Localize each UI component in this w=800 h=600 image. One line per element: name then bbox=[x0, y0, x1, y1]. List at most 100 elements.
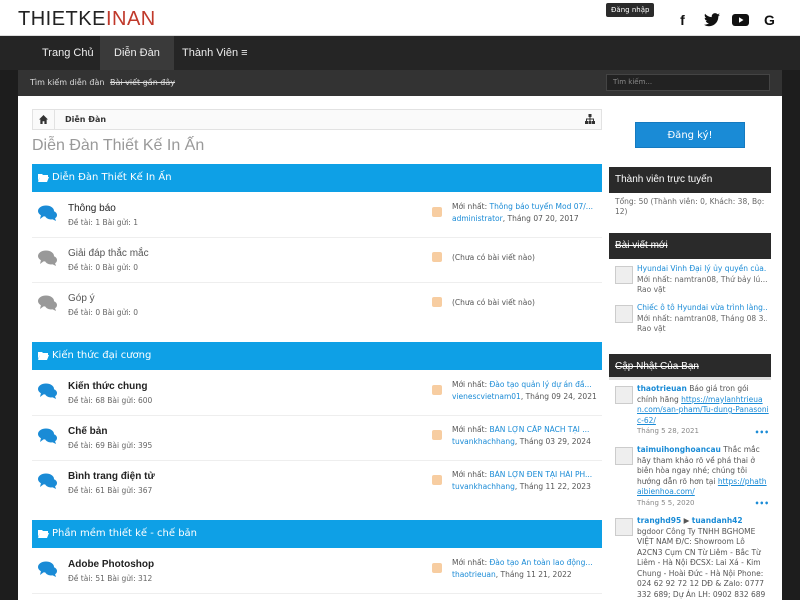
rss-icon[interactable] bbox=[432, 297, 442, 307]
register-button[interactable]: Đăng ký! bbox=[635, 122, 745, 148]
login-tooltip[interactable]: Đăng nhập bbox=[606, 3, 655, 17]
folder-open-icon bbox=[38, 520, 49, 550]
comments-icon bbox=[38, 473, 58, 489]
latest-post-link[interactable]: Thông báo tuyển Mod 07/... bbox=[490, 202, 593, 211]
category-header[interactable]: Phần mềm thiết kế - chế bản bbox=[32, 520, 602, 548]
comments-icon bbox=[38, 428, 58, 444]
forum-title[interactable]: Adobe Photoshop bbox=[68, 559, 154, 570]
latest-user-link[interactable]: vienescvietnam01 bbox=[452, 392, 521, 401]
site-logo[interactable]: THIETKEINAN bbox=[18, 8, 156, 31]
folder-open-icon bbox=[38, 164, 49, 194]
folder-open-icon bbox=[38, 342, 49, 372]
avatar bbox=[615, 305, 633, 323]
forum-title[interactable]: Bình trang điện tử bbox=[68, 471, 155, 482]
forum-row[interactable]: Adobe Photoshop Đề tài: 51 Bài gửi: 312 … bbox=[32, 549, 602, 594]
forum-row[interactable]: Giải đáp thắc mắc Đề tài: 0 Bài gửi: 0 (… bbox=[32, 238, 602, 283]
update-target-user[interactable]: tuandanh42 bbox=[692, 516, 743, 525]
forum-row[interactable]: Thông báo Đề tài: 1 Bài gửi: 1 Mới nhất:… bbox=[32, 193, 602, 238]
forum-title[interactable]: Kiến thức chung bbox=[68, 381, 147, 392]
page-title: Diễn Đàn Thiết Kế In Ấn bbox=[32, 137, 205, 154]
avatar bbox=[615, 447, 633, 465]
update-item: thaotrieuan Báo giá tron gói chính hãng … bbox=[615, 384, 769, 438]
recent-post-item[interactable]: Chiếc ô tô Hyundai vừa trình làng... Mới… bbox=[615, 303, 769, 333]
recent-post-title[interactable]: Hyundai Vinh Đại lý ủy quyền của... bbox=[637, 264, 767, 273]
nav-members[interactable]: Thành Viên ≡ bbox=[168, 36, 262, 70]
comments-icon bbox=[38, 205, 58, 221]
social-links: f G bbox=[674, 12, 778, 28]
forum-title[interactable]: Giải đáp thắc mắc bbox=[68, 248, 149, 259]
recent-post-item[interactable]: Hyundai Vinh Đại lý ủy quyền của... Mới … bbox=[615, 264, 769, 294]
breadcrumb-forum[interactable]: Diễn Đàn bbox=[65, 110, 106, 129]
online-members-text: Tổng: 50 (Thành viên: 0, Khách: 38, Bọ: … bbox=[615, 197, 765, 216]
latest-post-link[interactable]: Đào tạo An toàn lao động... bbox=[490, 558, 593, 567]
rss-icon[interactable] bbox=[432, 385, 442, 395]
comments-icon bbox=[38, 561, 58, 577]
latest-user-link[interactable]: administrator bbox=[452, 214, 503, 223]
no-posts-text: (Chưa có bài viết nào) bbox=[452, 298, 535, 307]
latest-user-link[interactable]: tuvankhachhang bbox=[452, 437, 515, 446]
latest-post-meta: tuvankhachhang, Tháng 03 29, 2024 bbox=[452, 437, 591, 446]
comments-icon bbox=[38, 295, 58, 311]
forum-stats: Đề tài: 61 Bài gửi: 367 bbox=[68, 486, 153, 495]
latest-post-meta: administrator, Tháng 07 20, 2017 bbox=[452, 214, 579, 223]
latest-user-link[interactable]: tuvankhachhang bbox=[452, 482, 515, 491]
avatar bbox=[615, 266, 633, 284]
forum-title[interactable]: Chế bản bbox=[68, 426, 107, 437]
latest-post-link[interactable]: BẢN LỢN CẮP NÁCH TẠI ... bbox=[490, 425, 590, 434]
twitter-icon[interactable] bbox=[703, 12, 720, 27]
update-date: Tháng 5 5, 2020 bbox=[637, 498, 695, 507]
latest-user-link[interactable]: thaotrieuan bbox=[452, 570, 496, 579]
nav-home[interactable]: Trang Chủ bbox=[28, 36, 108, 70]
subnav-recent-posts[interactable]: Bài viết gần đây bbox=[110, 70, 175, 96]
forum-title[interactable]: Góp ý bbox=[68, 293, 95, 304]
sitemap-icon[interactable] bbox=[585, 114, 595, 127]
forum-title[interactable]: Thông báo bbox=[68, 203, 116, 214]
subnav-search-forum[interactable]: Tìm kiếm diễn đàn bbox=[30, 70, 104, 96]
google-icon[interactable]: G bbox=[761, 12, 778, 28]
latest-post-meta: thaotrieuan, Tháng 11 21, 2022 bbox=[452, 570, 572, 579]
no-posts-text: (Chưa có bài viết nào) bbox=[452, 253, 535, 262]
recent-post-title[interactable]: Chiếc ô tô Hyundai vừa trình làng... bbox=[637, 303, 767, 312]
forum-row[interactable]: Bình trang điện tử Đề tài: 61 Bài gửi: 3… bbox=[32, 461, 602, 506]
update-date: Tháng 5 28, 2021 bbox=[637, 427, 699, 435]
forum-row[interactable]: Góp ý Đề tài: 0 Bài gửi: 0 (Chưa có bài … bbox=[32, 283, 602, 328]
more-icon[interactable]: ••• bbox=[755, 499, 769, 510]
top-header: THIETKEINAN Đăng nhập f G bbox=[0, 0, 800, 36]
latest-post: Mới nhất: BẢN LỢN CẮP NÁCH TẠI ... bbox=[452, 425, 590, 434]
update-item: tranghd95 ▶ tuandanh42 bgdoor Công Ty TN… bbox=[615, 516, 769, 600]
category-header[interactable]: Kiến thức đại cương bbox=[32, 342, 602, 370]
latest-post: Mới nhất: Đào tạo quản lý dự án đầ... bbox=[452, 380, 592, 389]
facebook-icon[interactable]: f bbox=[674, 12, 691, 28]
search-input[interactable]: Tìm kiếm... bbox=[606, 74, 770, 91]
forum-row[interactable]: Kiến thức chung Đề tài: 68 Bài gửi: 600 … bbox=[32, 371, 602, 416]
main-nav: Trang Chủ Diễn Đàn Thành Viên ≡ bbox=[0, 36, 800, 70]
forum-stats: Đề tài: 0 Bài gửi: 0 bbox=[68, 263, 138, 272]
update-user[interactable]: taimuihonghoancau bbox=[637, 445, 721, 454]
recent-post-meta: Mới nhất: namtran08, Tháng 08 3... bbox=[637, 314, 767, 323]
update-item: taimuihonghoancau Thắc mắc hãy tham khảo… bbox=[615, 445, 769, 509]
forum-stats: Đề tài: 69 Bài gửi: 395 bbox=[68, 441, 153, 450]
rss-icon[interactable] bbox=[432, 430, 442, 440]
home-icon[interactable] bbox=[33, 110, 55, 129]
latest-post-link[interactable]: BẢN LỢN ĐEN TẠI HẢI PH... bbox=[490, 470, 593, 479]
recent-post-forum: Rao vặt bbox=[637, 324, 666, 333]
rss-icon[interactable] bbox=[432, 563, 442, 573]
category-header[interactable]: Diễn Đàn Thiết Kế In Ấn bbox=[32, 164, 602, 192]
update-user[interactable]: thaotrieuan bbox=[637, 384, 687, 393]
updates-header: Cập Nhật Của Bạn bbox=[609, 354, 771, 380]
forum-stats: Đề tài: 51 Bài gửi: 312 bbox=[68, 574, 153, 583]
recent-post-meta: Mới nhất: namtran08, Thứ bảy lú... bbox=[637, 275, 767, 284]
nav-forum[interactable]: Diễn Đàn bbox=[100, 36, 174, 70]
avatar bbox=[615, 386, 633, 404]
rss-icon[interactable] bbox=[432, 252, 442, 262]
latest-post-meta: tuvankhachhang, Tháng 11 22, 2023 bbox=[452, 482, 591, 491]
youtube-icon[interactable] bbox=[732, 12, 749, 27]
latest-post-link[interactable]: Đào tạo quản lý dự án đầ... bbox=[490, 380, 592, 389]
forum-row[interactable]: Chế bản Đề tài: 69 Bài gửi: 395 Mới nhất… bbox=[32, 416, 602, 461]
latest-post: Mới nhất: BẢN LỢN ĐEN TẠI HẢI PH... bbox=[452, 470, 593, 479]
rss-icon[interactable] bbox=[432, 207, 442, 217]
update-user[interactable]: tranghd95 bbox=[637, 516, 681, 525]
rss-icon[interactable] bbox=[432, 475, 442, 485]
more-icon[interactable]: ••• bbox=[755, 428, 769, 439]
comments-icon bbox=[38, 383, 58, 399]
